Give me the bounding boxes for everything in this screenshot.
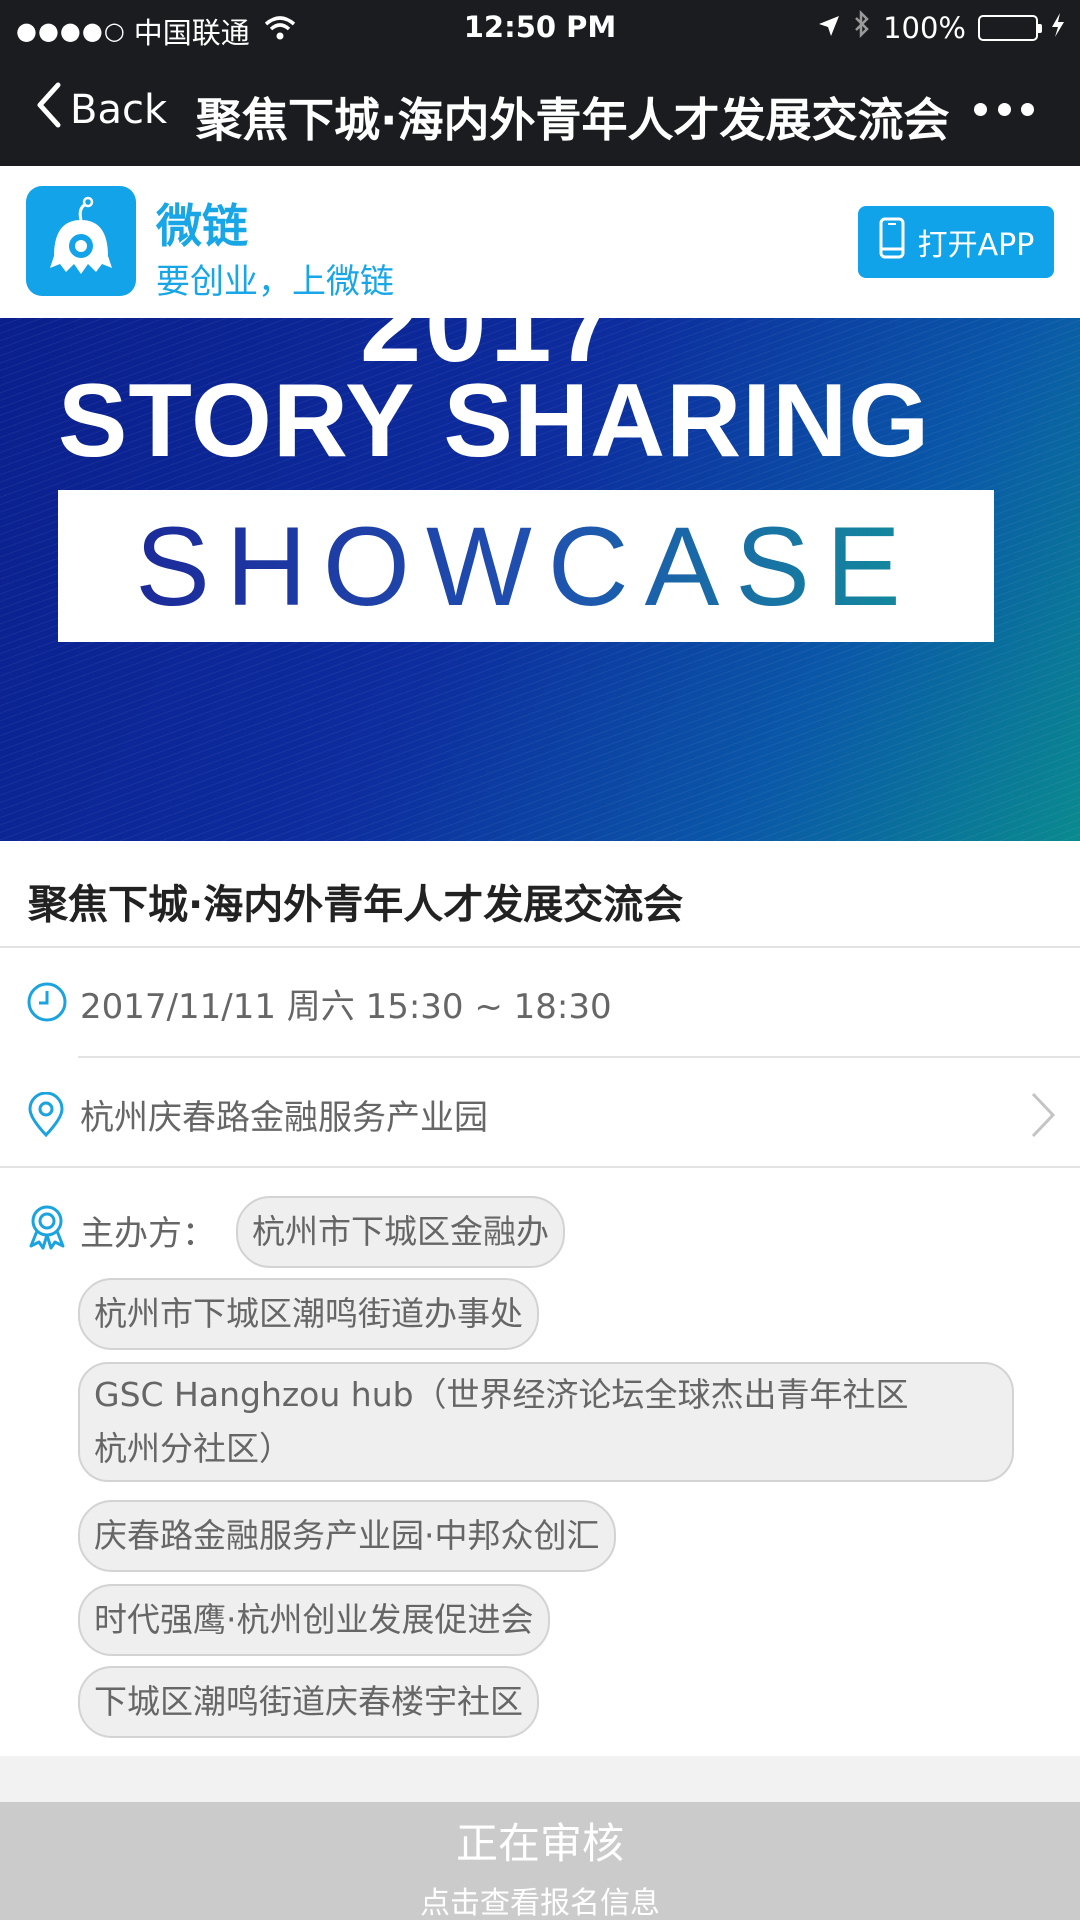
more-dots-icon[interactable]: [974, 84, 1034, 134]
status-right: 100%: [817, 9, 1066, 45]
back-label: Back: [70, 87, 168, 133]
status-bar: ●●●●○ 中国联通 12:50 PM 100%: [0, 0, 1080, 54]
page-title: 聚焦下城·海内外青年人才发展交流会: [196, 93, 950, 147]
location-pin-icon: [26, 1091, 66, 1142]
divider: [0, 1166, 1080, 1168]
hero-subtitle: SHOWCASE: [135, 503, 917, 629]
open-app-label: 打开APP: [917, 228, 1035, 263]
event-title: 聚焦下城·海内外青年人才发展交流会: [28, 882, 684, 928]
app-logo: [26, 186, 136, 296]
event-datetime: 2017/11/11 周六 15:30 ~ 18:30: [80, 987, 612, 1027]
organizer-tag[interactable]: 下城区潮鸣街道庆春楼宇社区: [78, 1666, 539, 1738]
event-cover-image: 2017 STORY SHARING SHOWCASE: [0, 318, 1080, 841]
chevron-right-icon: [1028, 1090, 1058, 1144]
event-location-row[interactable]: 杭州庆春路金融服务产业园: [0, 1084, 1080, 1144]
registration-hint: 点击查看报名信息: [420, 1886, 660, 1921]
registration-status: 正在审核: [455, 1819, 624, 1868]
phone-icon: [878, 216, 906, 268]
organizer-tag[interactable]: 庆春路金融服务产业园·中邦众创汇: [78, 1500, 616, 1572]
battery-icon: [978, 14, 1042, 41]
registration-status-button[interactable]: 正在审核 点击查看报名信息: [0, 1802, 1080, 1921]
organizer-tag[interactable]: 杭州市下城区潮鸣街道办事处: [78, 1278, 539, 1350]
divider: [78, 1056, 1080, 1058]
section-gap: [0, 1756, 1080, 1802]
app-name: 微链: [156, 199, 248, 253]
charging-icon: [1050, 11, 1066, 45]
event-location: 杭州庆春路金融服务产业园: [80, 1098, 488, 1138]
organizer-label: 主办方：: [80, 1214, 216, 1254]
organizer-tag[interactable]: GSC Hanghzou hub（世界经济论坛全球杰出青年社区 杭州分社区）: [78, 1362, 1014, 1482]
open-app-button[interactable]: 打开APP: [858, 206, 1054, 278]
event-datetime-row: 2017/11/11 周六 15:30 ~ 18:30: [0, 975, 1080, 1031]
bluetooth-icon: [853, 9, 871, 45]
nav-bar: Back 聚焦下城·海内外青年人才发展交流会: [0, 54, 1080, 166]
chevron-left-icon: [34, 81, 70, 139]
app-download-banner: 微链 要创业，上微链 打开APP: [0, 166, 1080, 318]
divider: [0, 946, 1080, 948]
organizer-tag[interactable]: 杭州市下城区金融办: [236, 1196, 565, 1268]
organizer-tag[interactable]: 时代强鹰·杭州创业发展促进会: [78, 1584, 550, 1656]
app-slogan: 要创业，上微链: [156, 262, 394, 302]
location-arrow-icon: [817, 11, 841, 45]
hero-headline: STORY SHARING: [58, 363, 931, 479]
battery-percent: 100%: [883, 10, 966, 45]
clock-icon: [26, 981, 68, 1027]
award-badge-icon: [26, 1204, 68, 1254]
back-button[interactable]: Back: [34, 80, 167, 140]
hero-subtitle-box: SHOWCASE: [58, 490, 994, 642]
